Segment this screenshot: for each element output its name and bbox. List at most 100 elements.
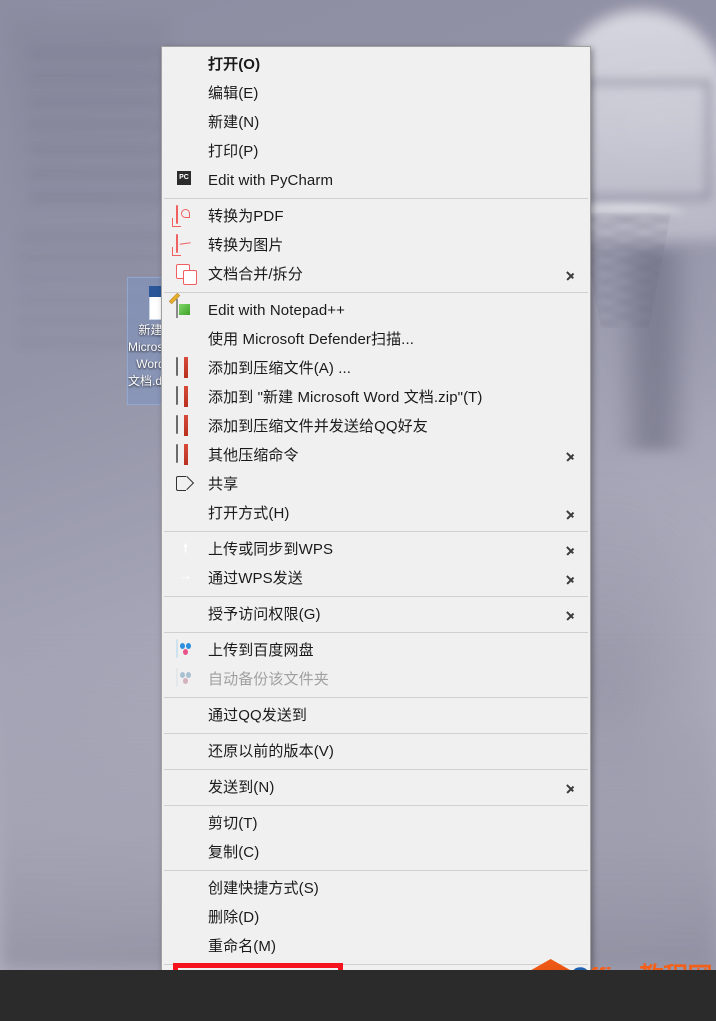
no-icon [176, 604, 198, 626]
menu-item-label: 转换为图片 [208, 236, 284, 254]
file-context-menu[interactable]: 打开(O) 编辑(E) 新建(N) 打印(P) Edit with PyCharm 转换为… [161, 46, 591, 1000]
menu-item-0-0[interactable]: 打开(O) [162, 50, 590, 79]
menu-separator [164, 805, 588, 806]
menu-item-1-2[interactable]: 文档合并/拆分 [162, 260, 590, 289]
no-icon [176, 777, 198, 799]
menu-item-10-0[interactable]: 创建快捷方式(S) [162, 874, 590, 903]
menu-item-label: 通过WPS发送 [208, 569, 303, 587]
menu-item-2-7[interactable]: 打开方式(H) [162, 499, 590, 528]
menu-item-label: 自动备份该文件夹 [208, 670, 329, 688]
menu-item-2-2[interactable]: 添加到压缩文件(A) ... [162, 354, 590, 383]
menu-item-label: 授予访问权限(G) [208, 605, 321, 623]
chevron-right-icon [566, 572, 576, 586]
menu-separator [164, 964, 588, 965]
menu-item-label: 文档合并/拆分 [208, 265, 303, 283]
menu-separator [164, 697, 588, 698]
share-icon [176, 474, 198, 496]
no-icon [176, 503, 198, 525]
menu-item-9-1[interactable]: 复制(C) [162, 838, 590, 867]
menu-separator [164, 531, 588, 532]
menu-separator [164, 292, 588, 293]
no-icon [176, 842, 198, 864]
menu-item-label: 打开方式(H) [208, 504, 290, 522]
wallpaper-text-lines-upper [30, 45, 160, 205]
menu-item-label: 使用 Microsoft Defender扫描... [208, 330, 414, 348]
menu-separator [164, 198, 588, 199]
menu-item-10-1[interactable]: 删除(D) [162, 903, 590, 932]
menu-item-5-1: 自动备份该文件夹 [162, 665, 590, 694]
menu-item-label: 共享 [208, 475, 239, 493]
chevron-right-icon [566, 608, 576, 622]
chevron-right-icon [566, 449, 576, 463]
no-icon [176, 54, 198, 76]
wps-send-icon [176, 568, 198, 590]
baidu-netdisk-icon [176, 638, 198, 662]
menu-item-label: 上传到百度网盘 [208, 641, 314, 659]
wallpaper-backboard-square [583, 80, 711, 200]
menu-separator [164, 769, 588, 770]
menu-item-0-2[interactable]: 新建(N) [162, 108, 590, 137]
menu-item-label: 通过QQ发送到 [208, 706, 308, 724]
menu-item-label: 复制(C) [208, 843, 260, 861]
menu-item-5-0[interactable]: 上传到百度网盘 [162, 636, 590, 665]
menu-item-3-0[interactable]: 上传或同步到WPS [162, 535, 590, 564]
menu-separator [164, 733, 588, 734]
menu-item-2-5[interactable]: 其他压缩命令 [162, 441, 590, 470]
menu-item-8-0[interactable]: 发送到(N) [162, 773, 590, 802]
menu-item-label: 剪切(T) [208, 814, 258, 832]
winrar-icon [176, 414, 198, 438]
menu-item-label: 发送到(N) [208, 778, 275, 796]
no-icon [176, 83, 198, 105]
menu-item-2-6[interactable]: 共享 [162, 470, 590, 499]
chevron-right-icon [566, 268, 576, 282]
chevron-right-icon [566, 507, 576, 521]
menu-item-label: 编辑(E) [208, 84, 259, 102]
no-icon [176, 936, 198, 958]
menu-item-label: 添加到压缩文件(A) ... [208, 359, 352, 377]
screen: 新建 Microsoft Word 文档.docx 打开(O)编辑(E)新建(N… [0, 0, 716, 1021]
menu-item-0-1[interactable]: 编辑(E) [162, 79, 590, 108]
menu-item-2-0[interactable]: Edit with Notepad++ [162, 296, 590, 325]
menu-item-label: Edit with Notepad++ [208, 301, 345, 319]
menu-separator [164, 632, 588, 633]
convert-to-pdf-icon [176, 204, 198, 228]
menu-item-label: 创建快捷方式(S) [208, 879, 319, 897]
no-icon [176, 141, 198, 163]
convert-to-image-icon [176, 233, 198, 257]
no-icon [176, 112, 198, 134]
menu-item-label: 转换为PDF [208, 207, 284, 225]
menu-item-label: 其他压缩命令 [208, 446, 299, 464]
menu-item-10-2[interactable]: 重命名(M) [162, 932, 590, 961]
menu-item-label: Edit with PyCharm [208, 171, 334, 189]
menu-item-6-0[interactable]: 通过QQ发送到 [162, 701, 590, 730]
windows-taskbar[interactable] [0, 970, 716, 1021]
menu-item-label: 上传或同步到WPS [208, 540, 334, 558]
menu-item-2-1[interactable]: 使用 Microsoft Defender扫描... [162, 325, 590, 354]
no-icon [176, 705, 198, 727]
menu-item-label: 新建(N) [208, 113, 260, 131]
no-icon [176, 813, 198, 835]
menu-item-label: 添加到压缩文件并发送给QQ好友 [208, 417, 428, 435]
menu-item-1-1[interactable]: 转换为图片 [162, 231, 590, 260]
no-icon [176, 907, 198, 929]
notepadpp-icon [176, 298, 198, 322]
menu-item-label: 打印(P) [208, 142, 259, 160]
menu-item-label: 打开(O) [208, 55, 261, 73]
menu-item-label: 还原以前的版本(V) [208, 742, 334, 760]
menu-item-label: 添加到 "新建 Microsoft Word 文档.zip"(T) [208, 388, 483, 406]
menu-item-2-3[interactable]: 添加到 "新建 Microsoft Word 文档.zip"(T) [162, 383, 590, 412]
winrar-icon [176, 385, 198, 409]
menu-item-1-0[interactable]: 转换为PDF [162, 202, 590, 231]
menu-item-0-3[interactable]: 打印(P) [162, 137, 590, 166]
baidu-netdisk-icon [176, 667, 198, 691]
menu-item-9-0[interactable]: 剪切(T) [162, 809, 590, 838]
menu-item-7-0[interactable]: 还原以前的版本(V) [162, 737, 590, 766]
menu-item-2-4[interactable]: 添加到压缩文件并发送给QQ好友 [162, 412, 590, 441]
no-icon [176, 878, 198, 900]
windows-defender-icon [176, 329, 198, 351]
menu-item-4-0[interactable]: 授予访问权限(G) [162, 600, 590, 629]
chevron-right-icon [566, 543, 576, 557]
menu-item-3-1[interactable]: 通过WPS发送 [162, 564, 590, 593]
menu-item-0-4[interactable]: Edit with PyCharm [162, 166, 590, 195]
wps-upload-icon [176, 539, 198, 561]
